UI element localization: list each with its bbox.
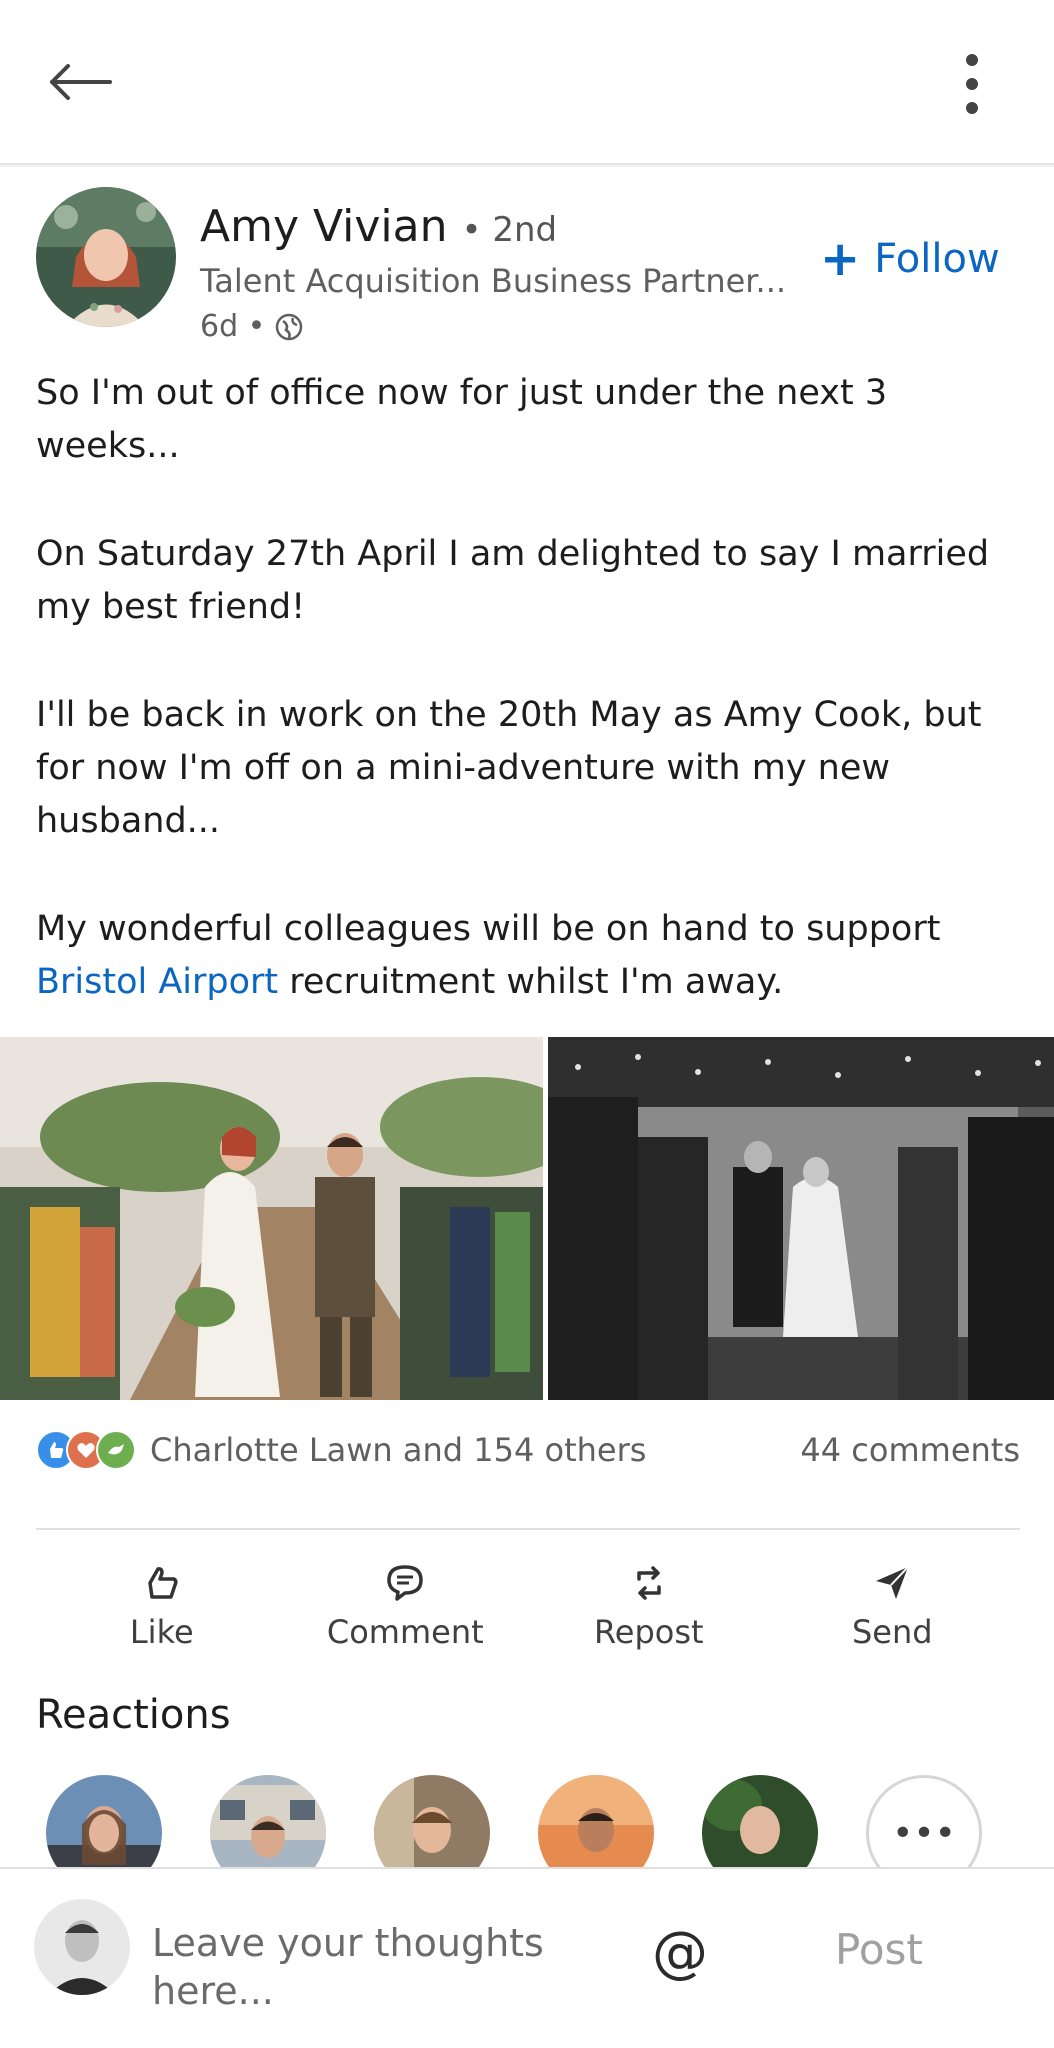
- post-card: Amy Vivian • 2nd Talent Acquisition Busi…: [0, 167, 1054, 1891]
- post-text: So I'm out of office now for just under …: [36, 367, 1026, 1009]
- send-label: Send: [851, 1613, 933, 1651]
- comment-icon: [387, 1565, 423, 1601]
- current-user-avatar: [34, 1899, 130, 1995]
- post-paragraph: On Saturday 27th April I am delighted to…: [36, 534, 990, 627]
- comments-count[interactable]: 44 comments: [800, 1431, 1020, 1469]
- like-button[interactable]: Like: [62, 1542, 262, 1672]
- thumbs-up-icon: [148, 1567, 178, 1599]
- author-headline: Talent Acquisition Business Partner...: [200, 262, 787, 300]
- social-counts: Charlotte Lawn and 154 others 44 comment…: [36, 1420, 1020, 1480]
- wedding-photo-color[interactable]: [0, 1037, 543, 1400]
- globe-icon: [276, 313, 303, 340]
- top-app-bar: [0, 0, 1054, 165]
- comment-input[interactable]: Leave your thoughts here...: [152, 1919, 602, 2015]
- post-time: 6d •: [200, 309, 266, 344]
- comment-composer: Leave your thoughts here... @ Post: [0, 1867, 1054, 2048]
- company-mention-link[interactable]: Bristol Airport: [36, 962, 278, 1002]
- comment-label: Comment: [326, 1613, 484, 1651]
- action-bar: Like Comment Repost Send: [0, 1542, 1054, 1672]
- more-vertical-icon: [966, 54, 978, 114]
- arrow-left-icon: [50, 64, 112, 100]
- follow-button[interactable]: + Follow: [820, 229, 1000, 289]
- repost-button[interactable]: Repost: [549, 1542, 749, 1672]
- reactions-count-text: Charlotte Lawn and 154 others: [150, 1431, 647, 1469]
- comment-button[interactable]: Comment: [305, 1542, 505, 1672]
- reactions-heading: Reactions: [36, 1692, 231, 1738]
- author-name[interactable]: Amy Vivian • 2nd: [200, 201, 557, 252]
- divider: [36, 1528, 1020, 1530]
- wedding-photo-bw[interactable]: [548, 1037, 1054, 1400]
- send-icon: [876, 1566, 909, 1599]
- post-images: [0, 1037, 1054, 1400]
- plus-icon: +: [820, 231, 861, 287]
- author-avatar[interactable]: [36, 187, 176, 327]
- post-paragraph: So I'm out of office now for just under …: [36, 373, 888, 466]
- follow-label: Follow: [874, 236, 1000, 282]
- reactions-summary[interactable]: Charlotte Lawn and 154 others: [36, 1430, 646, 1470]
- like-label: Like: [129, 1613, 194, 1651]
- mention-button[interactable]: @: [645, 1917, 715, 1987]
- more-options-button[interactable]: [950, 48, 994, 120]
- back-button[interactable]: [44, 50, 116, 114]
- reaction-icon-stack: [36, 1430, 136, 1470]
- post-meta: 6d •: [200, 309, 303, 344]
- post-paragraph: My wonderful colleagues will be on hand …: [36, 909, 941, 1002]
- repost-label: Repost: [593, 1613, 704, 1651]
- connection-degree: • 2nd: [461, 210, 558, 250]
- repost-icon: [637, 1566, 661, 1600]
- post-comment-button[interactable]: Post: [835, 1925, 923, 1974]
- support-icon: [96, 1430, 136, 1470]
- send-button[interactable]: Send: [792, 1542, 992, 1672]
- post-paragraph: I'll be back in work on the 20th May as …: [36, 695, 982, 841]
